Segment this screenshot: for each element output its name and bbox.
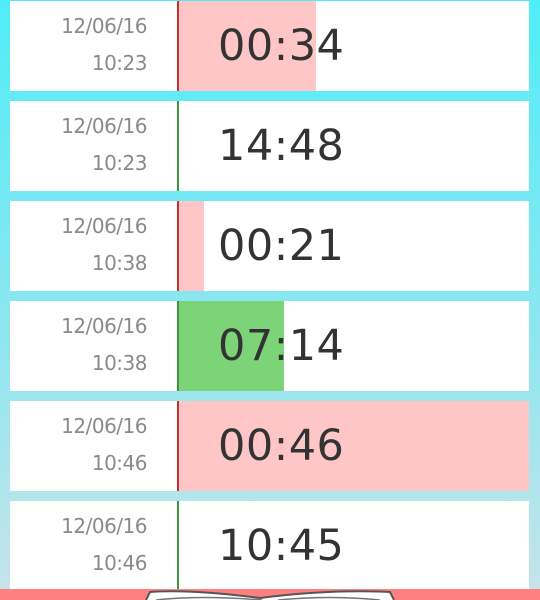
duration-bar: [179, 201, 204, 291]
timestamp: 12/06/16 10:46: [10, 501, 177, 591]
entry-time: 10:46: [91, 451, 148, 475]
entry-time: 10:46: [91, 551, 148, 575]
entry-date: 12/06/16: [61, 514, 147, 538]
entry-date: 12/06/16: [61, 314, 147, 338]
entry-date: 12/06/16: [61, 14, 147, 38]
list-item[interactable]: 12/06/16 10:46 10:45: [10, 501, 529, 591]
duration-value: 07:14: [218, 321, 345, 371]
entry-date: 12/06/16: [61, 114, 147, 138]
duration-value: 00:34: [218, 21, 345, 71]
duration-value: 10:45: [218, 521, 345, 571]
timestamp: 12/06/16 10:46: [10, 401, 177, 491]
list-item[interactable]: 12/06/16 10:38 00:21: [10, 201, 529, 291]
row-divider: [177, 1, 179, 91]
row-divider: [177, 401, 179, 491]
entry-date: 12/06/16: [61, 414, 147, 438]
duration-value: 14:48: [218, 121, 345, 171]
row-divider: [177, 201, 179, 291]
list-item[interactable]: 12/06/16 10:23 14:48: [10, 101, 529, 191]
timestamp: 12/06/16 10:23: [10, 101, 177, 191]
timestamp: 12/06/16 10:38: [10, 201, 177, 291]
row-divider: [177, 301, 179, 391]
entry-time: 10:23: [91, 151, 148, 175]
list-item[interactable]: 12/06/16 10:38 07:14: [10, 301, 529, 391]
timestamp: 12/06/16 10:38: [10, 301, 177, 391]
entry-date: 12/06/16: [61, 214, 147, 238]
duration-value: 00:46: [218, 421, 345, 471]
list-item[interactable]: 12/06/16 10:46 00:46: [10, 401, 529, 491]
open-book-icon[interactable]: [0, 589, 540, 600]
entry-time: 10:38: [91, 251, 148, 275]
list-item[interactable]: 12/06/16 10:23 00:34: [10, 1, 529, 91]
entry-time: 10:23: [91, 51, 148, 75]
row-divider: [177, 101, 179, 191]
row-divider: [177, 501, 179, 591]
entry-time: 10:38: [91, 351, 148, 375]
duration-value: 00:21: [218, 221, 345, 271]
timestamp: 12/06/16 10:23: [10, 1, 177, 91]
